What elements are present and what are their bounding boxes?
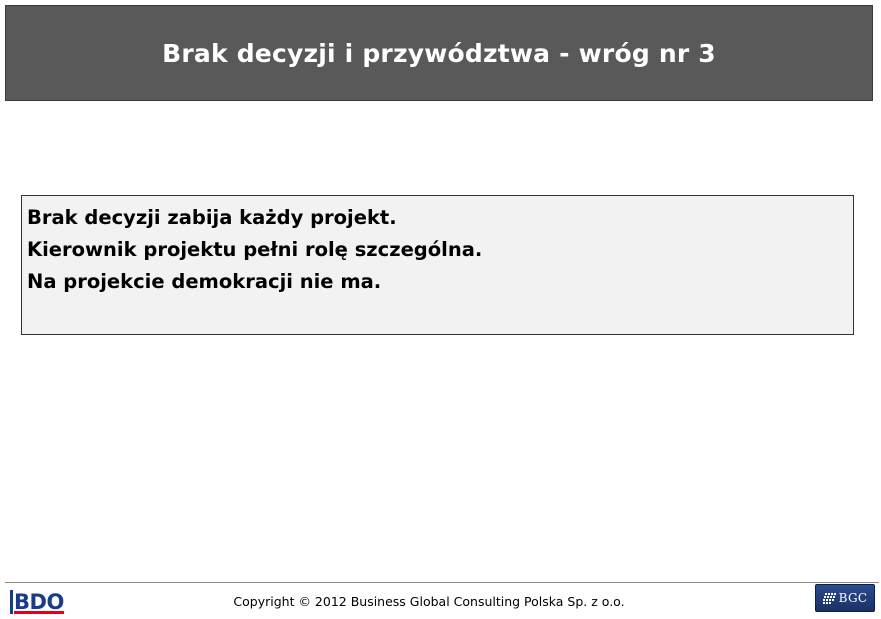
slide-title-bar: Brak decyzji i przywództwa - wróg nr 3 (5, 5, 873, 101)
content-box: Brak decyzji zabija każdy projekt. Kiero… (21, 195, 854, 335)
slide-title: Brak decyzji i przywództwa - wróg nr 3 (162, 38, 716, 68)
bgc-logo: BGC (815, 584, 875, 612)
copyright-text: Copyright © 2012 Business Global Consult… (233, 594, 625, 609)
bgc-grid-icon (822, 592, 836, 604)
bgc-logo-text: BGC (838, 591, 868, 605)
content-line-3: Na projekcie demokracji nie ma. (27, 270, 382, 293)
footer-divider (5, 582, 879, 583)
content-line-1: Brak decyzji zabija każdy projekt. (27, 206, 397, 229)
content-line-2: Kierownik projektu pełni rolę szczególna… (27, 238, 483, 261)
